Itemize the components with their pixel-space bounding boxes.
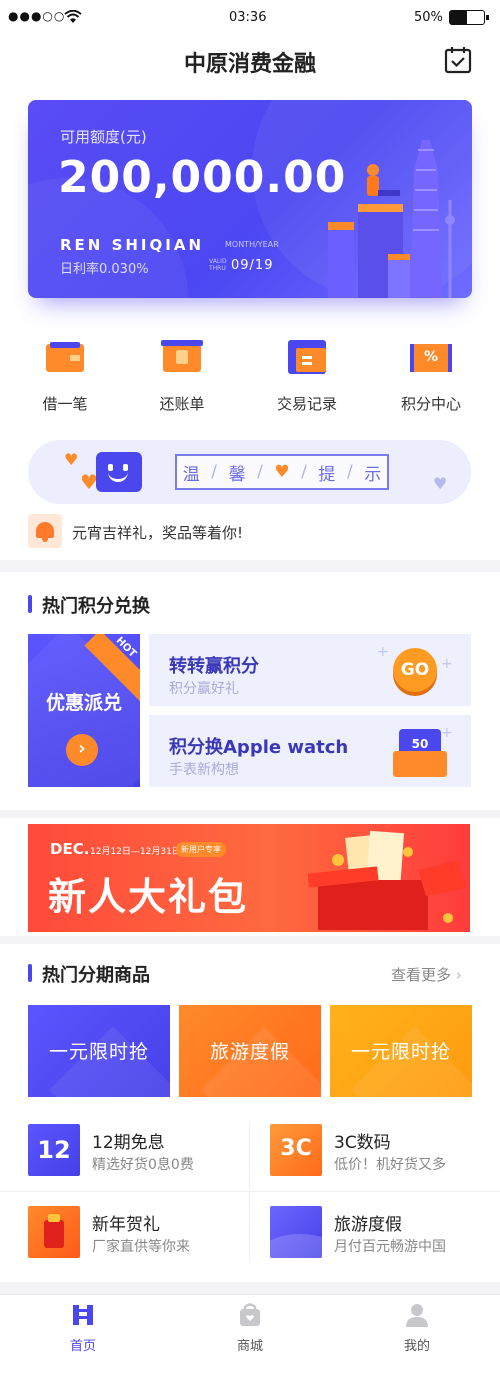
- product-thumb: 3C: [270, 1124, 322, 1176]
- tile-flash-sale-2[interactable]: 一元限时抢: [330, 1005, 472, 1097]
- banner-dates: 12月12日—12月31日: [90, 847, 181, 857]
- section-title: 热门分期商品: [42, 965, 150, 986]
- signal-dots: ●●●○○: [8, 9, 66, 23]
- new-user-gift-banner[interactable]: DEC. 12月12日—12月31日 新用户专享 新人大礼包: [28, 824, 470, 932]
- points-item-title: 积分换Apple watch: [169, 737, 349, 758]
- points-item-title: 转转赢积分: [169, 656, 259, 677]
- home-icon: [73, 1305, 93, 1325]
- credit-card[interactable]: 可用额度(元) 200,000.00 REN SHIQIAN 日利率0.030%…: [28, 100, 472, 298]
- card-holder-name: REN SHIQIAN: [60, 236, 205, 254]
- smile-face-icon: [96, 452, 142, 492]
- quick-action-repay[interactable]: 还账单: [127, 340, 237, 414]
- calendar-check-icon[interactable]: [444, 46, 472, 74]
- tab-bar: 首页 商城 我的: [0, 1294, 500, 1381]
- promo-title: 优惠派兑: [45, 692, 122, 714]
- battery-percent: 50%: [414, 10, 443, 25]
- daily-rate: 日利率0.030%: [60, 262, 149, 277]
- see-more-link[interactable]: 查看更多 ›: [391, 964, 462, 985]
- heart-icon: ♥: [64, 450, 79, 469]
- shopping-bag-icon: [240, 1303, 260, 1326]
- points-item-sub: 积分赢好礼: [169, 681, 239, 697]
- product-interest-free[interactable]: 12 12期免息 精选好货0息0费: [0, 1118, 249, 1190]
- tab-mall[interactable]: 商城: [200, 1303, 300, 1354]
- product-thumb: [270, 1206, 322, 1258]
- product-travel[interactable]: 旅游度假 月付百元畅游中国: [250, 1200, 500, 1272]
- tab-home[interactable]: 首页: [33, 1303, 133, 1354]
- notice-bar[interactable]: 元宵吉祥礼，奖品等着你!: [28, 514, 472, 548]
- points-item-watch[interactable]: 积分换Apple watch 手表新构想 50 +: [149, 715, 471, 787]
- bell-icon: [28, 514, 62, 548]
- record-icon: [286, 340, 328, 374]
- grid-divider: [0, 1191, 500, 1192]
- product-3c[interactable]: 3C 3C数码 低价！机好货又多: [250, 1118, 500, 1190]
- status-bar: ●●●○○ 03:36 50%: [0, 0, 500, 36]
- tile-flash-sale[interactable]: 一元限时抢: [28, 1005, 170, 1097]
- status-time: 03:36: [229, 10, 267, 25]
- points-item-sub: 手表新构想: [169, 762, 239, 778]
- valid-thru-label: VALID THRU: [209, 258, 227, 272]
- banner-title: 新人大礼包: [48, 875, 249, 919]
- points-item-spin[interactable]: 转转赢积分 积分赢好礼 GO + +: [149, 634, 471, 706]
- warm-tips-box: 温 / 馨 / ♥ / 提 / 示: [175, 454, 389, 490]
- quick-action-label: 借一笔: [42, 395, 88, 413]
- coupon-icon: 50: [393, 729, 447, 777]
- city-illustration: [328, 140, 455, 298]
- banner-dec: DEC.: [50, 840, 90, 858]
- quick-action-borrow[interactable]: 借一笔: [10, 340, 120, 414]
- gift-box-illustration: [308, 830, 466, 930]
- product-thumb: [28, 1206, 80, 1258]
- heart-icon: ♥: [274, 462, 290, 482]
- quick-action-label: 积分中心: [400, 395, 461, 413]
- heart-icon: ♥: [433, 474, 448, 493]
- tab-mine[interactable]: 我的: [367, 1303, 467, 1354]
- quick-action-label: 交易记录: [276, 395, 337, 413]
- product-new-year-gift[interactable]: 新年贺礼 厂家直供等你来: [0, 1200, 249, 1272]
- month-year-label: MONTH/YEAR: [225, 240, 279, 249]
- product-thumb: 12: [28, 1124, 80, 1176]
- quick-action-points[interactable]: % 积分中心: [376, 340, 486, 414]
- page-title: 中原消费金融: [183, 52, 316, 77]
- nav-bar: 中原消费金融: [0, 36, 500, 86]
- wallet-icon: [44, 340, 86, 374]
- user-icon: [406, 1304, 428, 1327]
- section-title: 热门积分兑换: [42, 596, 150, 617]
- credit-limit-label: 可用额度(元): [60, 128, 147, 146]
- points-ticket-icon: %: [410, 340, 452, 374]
- tile-travel[interactable]: 旅游度假: [179, 1005, 321, 1097]
- banner-tag: 新用户专享: [176, 842, 226, 857]
- quick-action-records[interactable]: 交易记录: [252, 340, 362, 414]
- points-promo-card[interactable]: HOT 优惠派兑 ›: [28, 634, 140, 787]
- warm-tips-banner[interactable]: ♥ ♥ 温 / 馨 / ♥ / 提 / 示 ♥: [28, 440, 471, 504]
- chevron-right-icon[interactable]: ›: [66, 734, 98, 766]
- wifi-icon: [64, 10, 82, 23]
- repay-icon: [161, 340, 203, 374]
- notice-text: 元宵吉祥礼，奖品等着你!: [72, 524, 244, 542]
- go-coin-icon: GO: [393, 648, 437, 692]
- battery-icon: [449, 10, 489, 25]
- credit-amount: 200,000.00: [58, 152, 347, 203]
- quick-action-label: 还账单: [159, 395, 205, 413]
- card-expiry: 09/19: [231, 258, 274, 273]
